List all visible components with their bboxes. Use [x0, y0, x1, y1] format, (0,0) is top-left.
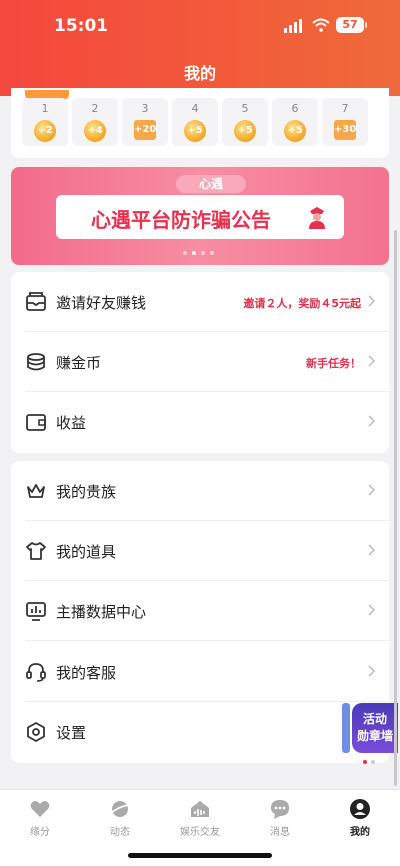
menu-item-hint: 邀请２人，奖励４5元起: [243, 297, 361, 310]
tab-fate[interactable]: 缘分: [0, 790, 80, 850]
coins-icon: [27, 353, 45, 371]
menu-item-label: 设置: [56, 724, 87, 742]
divider: [25, 640, 389, 641]
menu-item-earnings[interactable]: 收益: [11, 392, 389, 452]
chevron-right-icon: [368, 295, 375, 307]
crown-icon: [27, 484, 45, 498]
tab-mine[interactable]: 我的: [320, 790, 400, 850]
page-dot: [210, 251, 214, 255]
checkin-day-4[interactable]: 4 +5: [172, 98, 218, 146]
invite-icon: [26, 292, 46, 311]
floating-line2: 勋章墙: [356, 729, 393, 743]
checkin-day-2[interactable]: 2 +4: [72, 98, 118, 146]
profile-icon: [350, 799, 370, 819]
status-bar: 15:01 57: [0, 0, 400, 52]
planet-icon: [110, 801, 130, 817]
menu-item-label: 我的客服: [56, 664, 117, 682]
day-number: 5: [241, 102, 249, 115]
chevron-right-icon: [368, 544, 375, 556]
banner-pagination: [181, 251, 221, 257]
checkin-day-5[interactable]: 5 +5: [222, 98, 268, 146]
menu-item-nobility[interactable]: 我的贵族: [11, 461, 389, 521]
floating-line1: 活动: [362, 712, 387, 726]
menu-item-label: 我的贵族: [56, 483, 117, 501]
page-dot: [183, 251, 187, 255]
tab-moments[interactable]: 动态: [80, 790, 160, 850]
coin-icon: +4: [84, 120, 106, 142]
page-title: 我的: [183, 64, 216, 83]
tab-entertainment[interactable]: 娱乐交友: [160, 790, 240, 850]
scrollbar[interactable]: [394, 230, 397, 786]
menu-item-label: 邀请好友赚钱: [56, 294, 147, 312]
tab-label: 娱乐交友: [180, 827, 220, 838]
menu-item-label: 收益: [56, 414, 87, 432]
battery-indicator: 57: [336, 17, 364, 33]
gift-icon: +20: [134, 120, 156, 140]
day-number: 1: [41, 102, 49, 115]
banner-logo: 心遇: [176, 175, 246, 193]
checkin-day-6[interactable]: 6 +5: [272, 98, 318, 146]
home-indicator: [128, 853, 272, 858]
voice-room-icon: [191, 801, 209, 817]
floating-strip: [342, 703, 350, 753]
tab-messages[interactable]: 消息: [240, 790, 320, 850]
banner-title: 心遇平台防诈骗公告: [91, 208, 271, 232]
checkin-day-3[interactable]: 3 +20: [122, 98, 168, 146]
chevron-right-icon: [368, 355, 375, 367]
menu-item-props[interactable]: 我的道具: [11, 521, 389, 581]
day-number: 6: [291, 102, 299, 115]
tshirt-icon: [26, 542, 46, 560]
tab-label: 消息: [270, 827, 290, 838]
coin-icon: +5: [184, 120, 206, 142]
coin-icon: +5: [284, 120, 306, 142]
day-number: 7: [341, 102, 349, 115]
chevron-right-icon: [368, 665, 375, 677]
wallet-icon: [26, 414, 46, 431]
chevron-right-icon: [368, 484, 375, 496]
tab-label: 我的: [350, 827, 370, 838]
menu-item-hint: 新手任务！: [306, 357, 361, 370]
chevron-right-icon: [368, 604, 375, 616]
floating-pagination: [360, 760, 380, 766]
menu-item-customer-service[interactable]: 我的客服: [11, 642, 389, 702]
tab-label: 缘分: [30, 827, 50, 838]
coin-icon: +5: [234, 120, 256, 142]
heart-icon: [30, 801, 50, 817]
page-dot: [371, 760, 375, 764]
menu-card-earnings: 邀请好友赚钱 邀请２人，奖励４5元起 赚金币 新手任务！ 收益: [11, 272, 389, 453]
menu-card-account: 我的贵族 我的道具 主播数据中心 我的客服 设置: [11, 461, 389, 763]
headset-icon: [26, 663, 46, 682]
page-dot: [201, 251, 205, 255]
checkin-day-7[interactable]: 7 +30: [322, 98, 368, 146]
checkin-day-1[interactable]: 1 +2: [22, 98, 68, 146]
chevron-right-icon: [368, 415, 375, 427]
coin-icon: +2: [34, 120, 56, 142]
activity-badge-wall-button[interactable]: 活动 勋章墙: [352, 703, 398, 753]
banner-panel: 心遇平台防诈骗公告: [56, 195, 344, 239]
gift-icon: +30: [334, 120, 356, 140]
menu-item-data-center[interactable]: 主播数据中心: [11, 581, 389, 641]
signal-icon: [284, 19, 302, 33]
wifi-icon: [312, 18, 330, 32]
day-number: 4: [191, 102, 199, 115]
page-dot-active: [363, 760, 367, 764]
menu-item-earn-coins[interactable]: 赚金币 新手任务！: [11, 332, 389, 392]
settings-icon: [27, 722, 45, 742]
announcement-banner[interactable]: 心遇 心遇平台防诈骗公告: [11, 167, 389, 265]
menu-item-invite-friends[interactable]: 邀请好友赚钱 邀请２人，奖励４5元起: [11, 272, 389, 332]
tab-label: 动态: [110, 827, 130, 838]
battery-nub: [365, 22, 367, 28]
menu-item-label: 我的道具: [56, 543, 117, 561]
police-icon: [309, 207, 325, 229]
day-number: 3: [141, 102, 149, 115]
menu-item-label: 主播数据中心: [56, 603, 147, 621]
menu-item-label: 赚金币: [56, 354, 102, 372]
menu-item-settings[interactable]: 设置: [11, 702, 389, 762]
data-center-icon: [26, 602, 46, 621]
status-time: 15:01: [54, 16, 109, 36]
page-dot-active: [192, 251, 196, 255]
message-icon: [271, 800, 289, 819]
day-number: 2: [91, 102, 99, 115]
